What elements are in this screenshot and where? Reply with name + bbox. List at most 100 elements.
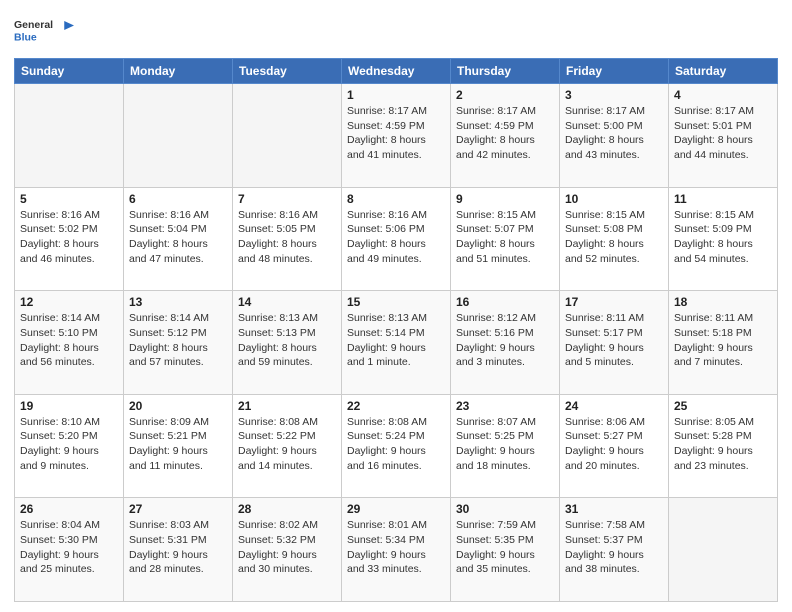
day-number: 25 [674,399,772,413]
day-number: 23 [456,399,554,413]
calendar-day-cell: 4Sunrise: 8:17 AMSunset: 5:01 PMDaylight… [669,84,778,188]
header: General Blue [14,10,778,50]
day-info: Sunrise: 8:16 AMSunset: 5:02 PMDaylight:… [20,208,118,267]
calendar-day-cell: 17Sunrise: 8:11 AMSunset: 5:17 PMDayligh… [560,291,669,395]
calendar-day-cell: 31 Sunrise: 7:58 AMSunset: 5:37 PMDayligh… [560,498,669,602]
day-info: Sunrise: 8:11 AMSunset: 5:17 PMDaylight:… [565,311,663,370]
calendar-day-cell: 1 Sunrise: 8:17 AMSunset: 4:59 PMDaylight… [342,84,451,188]
day-info: Sunrise: 8:16 AMSunset: 5:04 PMDaylight:… [129,208,227,267]
calendar-day-cell: 30 Sunrise: 7:59 AMSunset: 5:35 PMDayligh… [451,498,560,602]
day-number: 24 [565,399,663,413]
day-info: Sunrise: 8:15 AMSunset: 5:08 PMDaylight:… [565,208,663,267]
calendar-day-cell [233,84,342,188]
day-info: Sunrise: 8:14 AMSunset: 5:12 PMDaylight:… [129,311,227,370]
day-info: Sunrise: 8:17 AMSunset: 4:59 PMDaylight:… [456,104,554,163]
weekday-header-cell: Wednesday [342,59,451,84]
calendar-day-cell: 25 Sunrise: 8:05 AMSunset: 5:28 PMDayligh… [669,394,778,498]
calendar-day-cell: 26 Sunrise: 8:04 AMSunset: 5:30 PMDayligh… [15,498,124,602]
weekday-header-cell: Sunday [15,59,124,84]
day-info: Sunrise: 8:09 AMSunset: 5:21 PMDaylight:… [129,415,227,474]
calendar-day-cell: 28 Sunrise: 8:02 AMSunset: 5:32 PMDayligh… [233,498,342,602]
day-number: 20 [129,399,227,413]
day-number: 12 [20,295,118,309]
calendar-day-cell: 2 Sunrise: 8:17 AMSunset: 4:59 PMDaylight… [451,84,560,188]
weekday-header-cell: Saturday [669,59,778,84]
calendar-day-cell: 12 Sunrise: 8:14 AMSunset: 5:10 PMDayligh… [15,291,124,395]
weekday-header-row: SundayMondayTuesdayWednesdayThursdayFrid… [15,59,778,84]
day-number: 28 [238,502,336,516]
calendar-day-cell: 6 Sunrise: 8:16 AMSunset: 5:04 PMDaylight… [124,187,233,291]
calendar-day-cell [124,84,233,188]
calendar-day-cell: 13 Sunrise: 8:14 AMSunset: 5:12 PMDayligh… [124,291,233,395]
calendar-body: 1 Sunrise: 8:17 AMSunset: 4:59 PMDaylight… [15,84,778,602]
day-info: Sunrise: 8:14 AMSunset: 5:10 PMDaylight:… [20,311,118,370]
day-number: 5 [20,192,118,206]
day-number: 8 [347,192,445,206]
calendar-week-row: 1 Sunrise: 8:17 AMSunset: 4:59 PMDaylight… [15,84,778,188]
calendar-day-cell: 29Sunrise: 8:01 AMSunset: 5:34 PMDayligh… [342,498,451,602]
calendar-day-cell: 21 Sunrise: 8:08 AMSunset: 5:22 PMDayligh… [233,394,342,498]
day-info: Sunrise: 8:07 AMSunset: 5:25 PMDaylight:… [456,415,554,474]
calendar-day-cell [15,84,124,188]
calendar-week-row: 12 Sunrise: 8:14 AMSunset: 5:10 PMDayligh… [15,291,778,395]
day-number: 13 [129,295,227,309]
day-info: Sunrise: 8:08 AMSunset: 5:24 PMDaylight:… [347,415,445,474]
day-number: 14 [238,295,336,309]
logo: General Blue [14,10,74,50]
day-number: 2 [456,88,554,102]
calendar-day-cell: 19Sunrise: 8:10 AMSunset: 5:20 PMDayligh… [15,394,124,498]
weekday-header-cell: Tuesday [233,59,342,84]
day-info: Sunrise: 8:16 AMSunset: 5:05 PMDaylight:… [238,208,336,267]
day-number: 1 [347,88,445,102]
calendar-day-cell: 14 Sunrise: 8:13 AMSunset: 5:13 PMDayligh… [233,291,342,395]
calendar-table: SundayMondayTuesdayWednesdayThursdayFrid… [14,58,778,602]
calendar-day-cell: 20 Sunrise: 8:09 AMSunset: 5:21 PMDayligh… [124,394,233,498]
day-info: Sunrise: 8:10 AMSunset: 5:20 PMDaylight:… [20,415,118,474]
calendar-day-cell: 15 Sunrise: 8:13 AMSunset: 5:14 PMDayligh… [342,291,451,395]
calendar-day-cell [669,498,778,602]
weekday-header-cell: Monday [124,59,233,84]
day-info: Sunrise: 8:15 AMSunset: 5:07 PMDaylight:… [456,208,554,267]
calendar-day-cell: 23 Sunrise: 8:07 AMSunset: 5:25 PMDayligh… [451,394,560,498]
day-number: 11 [674,192,772,206]
day-info: Sunrise: 8:13 AMSunset: 5:14 PMDaylight:… [347,311,445,370]
day-info: Sunrise: 8:17 AMSunset: 4:59 PMDaylight:… [347,104,445,163]
day-info: Sunrise: 7:58 AMSunset: 5:37 PMDaylight:… [565,518,663,577]
day-info: Sunrise: 7:59 AMSunset: 5:35 PMDaylight:… [456,518,554,577]
calendar-day-cell: 22 Sunrise: 8:08 AMSunset: 5:24 PMDayligh… [342,394,451,498]
day-info: Sunrise: 8:15 AMSunset: 5:09 PMDaylight:… [674,208,772,267]
day-number: 26 [20,502,118,516]
day-number: 6 [129,192,227,206]
day-number: 3 [565,88,663,102]
day-number: 7 [238,192,336,206]
day-number: 15 [347,295,445,309]
svg-text:General: General [14,19,53,31]
calendar-day-cell: 11 Sunrise: 8:15 AMSunset: 5:09 PMDayligh… [669,187,778,291]
weekday-header-cell: Thursday [451,59,560,84]
weekday-header-cell: Friday [560,59,669,84]
day-info: Sunrise: 8:02 AMSunset: 5:32 PMDaylight:… [238,518,336,577]
calendar-week-row: 5 Sunrise: 8:16 AMSunset: 5:02 PMDaylight… [15,187,778,291]
day-number: 30 [456,502,554,516]
day-info: Sunrise: 8:08 AMSunset: 5:22 PMDaylight:… [238,415,336,474]
day-number: 4 [674,88,772,102]
day-number: 31 [565,502,663,516]
day-number: 18 [674,295,772,309]
calendar-day-cell: 7 Sunrise: 8:16 AMSunset: 5:05 PMDaylight… [233,187,342,291]
day-info: Sunrise: 8:04 AMSunset: 5:30 PMDaylight:… [20,518,118,577]
day-info: Sunrise: 8:16 AMSunset: 5:06 PMDaylight:… [347,208,445,267]
calendar-day-cell: 24Sunrise: 8:06 AMSunset: 5:27 PMDayligh… [560,394,669,498]
day-number: 16 [456,295,554,309]
day-number: 22 [347,399,445,413]
day-info: Sunrise: 8:13 AMSunset: 5:13 PMDaylight:… [238,311,336,370]
page: General Blue SundayMondayTuesdayWednesda… [0,0,792,612]
day-info: Sunrise: 8:01 AMSunset: 5:34 PMDaylight:… [347,518,445,577]
day-info: Sunrise: 8:03 AMSunset: 5:31 PMDaylight:… [129,518,227,577]
day-info: Sunrise: 8:05 AMSunset: 5:28 PMDaylight:… [674,415,772,474]
calendar-day-cell: 16Sunrise: 8:12 AMSunset: 5:16 PMDayligh… [451,291,560,395]
calendar-day-cell: 5 Sunrise: 8:16 AMSunset: 5:02 PMDaylight… [15,187,124,291]
calendar-week-row: 19Sunrise: 8:10 AMSunset: 5:20 PMDayligh… [15,394,778,498]
calendar-day-cell: 27Sunrise: 8:03 AMSunset: 5:31 PMDayligh… [124,498,233,602]
day-number: 21 [238,399,336,413]
logo-svg: General Blue [14,10,74,50]
